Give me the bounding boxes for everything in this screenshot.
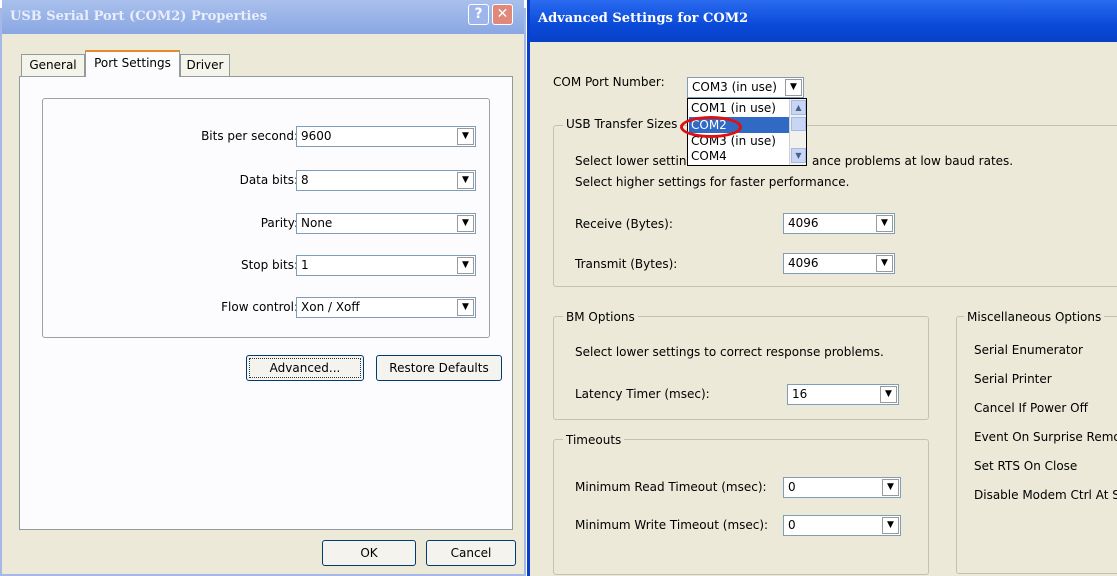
timeouts-group	[553, 439, 929, 575]
parity-select[interactable]: None ▼	[296, 213, 476, 234]
chevron-down-icon[interactable]: ▼	[882, 479, 899, 496]
chevron-down-icon[interactable]: ▼	[457, 299, 474, 316]
latency-timer-value: 16	[792, 387, 808, 401]
dropdown-scrollbar[interactable]: ▲ ▼	[789, 99, 806, 165]
misc-options-legend: Miscellaneous Options	[964, 310, 1105, 324]
bm-options-desc: Select lower settings to correct respons…	[575, 345, 884, 359]
min-write-timeout-select[interactable]: 0 ▼	[783, 515, 901, 536]
chevron-down-icon[interactable]: ▼	[882, 517, 899, 534]
min-read-timeout-label: Minimum Read Timeout (msec):	[575, 480, 767, 494]
misc-disable-modem-ctrl: Disable Modem Ctrl At S	[974, 488, 1117, 502]
tab-general[interactable]: General	[21, 54, 85, 76]
chevron-down-icon[interactable]: ▼	[880, 386, 897, 403]
misc-serial-enumerator: Serial Enumerator	[974, 343, 1083, 357]
chevron-down-icon[interactable]: ▼	[791, 148, 806, 163]
flow-control-select[interactable]: Xon / Xoff ▼	[296, 297, 476, 318]
advanced-settings-dialog: Advanced Settings for COM2 COM Port Numb…	[527, 0, 1117, 576]
com-port-option-com1[interactable]: COM1 (in use)	[689, 100, 789, 116]
tab-general-label: General	[29, 58, 77, 72]
properties-title-bar[interactable]: USB Serial Port (COM2) Properties	[2, 0, 524, 34]
help-icon: ?	[474, 6, 483, 22]
misc-set-rts-on-close: Set RTS On Close	[974, 459, 1078, 473]
min-read-timeout-value: 0	[788, 480, 796, 494]
window-title: USB Serial Port (COM2) Properties	[10, 9, 268, 24]
receive-bytes-value: 4096	[788, 216, 819, 230]
latency-timer-select[interactable]: 16 ▼	[787, 384, 899, 405]
usb-transfer-legend: USB Transfer Sizes	[563, 117, 681, 131]
parity-value: None	[301, 216, 333, 230]
transmit-bytes-label: Transmit (Bytes):	[575, 257, 678, 271]
close-icon: ✕	[496, 6, 509, 22]
advanced-button[interactable]: Advanced...	[246, 355, 364, 381]
com-port-option-label: COM4	[691, 149, 727, 163]
flow-control-label: Flow control:	[221, 300, 298, 314]
chevron-down-icon[interactable]: ▼	[457, 215, 474, 232]
bits-per-second-select[interactable]: 9600 ▼	[296, 126, 476, 147]
misc-cancel-if-power-off: Cancel If Power Off	[974, 401, 1088, 415]
timeouts-legend: Timeouts	[563, 433, 625, 447]
min-read-timeout-select[interactable]: 0 ▼	[783, 477, 901, 498]
flow-control-value: Xon / Xoff	[301, 300, 360, 314]
tab-driver[interactable]: Driver	[180, 54, 230, 76]
advanced-title-bar[interactable]: Advanced Settings for COM2	[530, 0, 1117, 42]
port-settings-page: Bits per second: 9600 ▼ Data bits: 8 ▼ P…	[19, 76, 513, 530]
com-port-label: COM Port Number:	[553, 75, 665, 89]
usb-transfer-desc-1a: Select lower settin	[575, 154, 687, 168]
bm-options-legend: BM Options	[563, 310, 638, 324]
help-button[interactable]: ?	[468, 4, 489, 25]
stop-bits-value: 1	[301, 258, 309, 272]
scrollbar-thumb[interactable]	[791, 117, 806, 131]
min-write-timeout-value: 0	[788, 518, 796, 532]
parity-label: Parity:	[260, 216, 298, 230]
tab-port-settings-label: Port Settings	[94, 56, 171, 70]
bits-per-second-label: Bits per second:	[201, 129, 298, 143]
misc-event-on-surprise-removal: Event On Surprise Remo	[974, 430, 1117, 444]
misc-serial-printer: Serial Printer	[974, 372, 1052, 386]
stop-bits-label: Stop bits:	[240, 258, 298, 272]
chevron-up-icon[interactable]: ▲	[791, 100, 806, 115]
chevron-down-icon[interactable]: ▼	[457, 128, 474, 145]
com-port-value: COM3 (in use)	[692, 80, 777, 94]
transmit-bytes-select[interactable]: 4096 ▼	[783, 253, 895, 274]
data-bits-label: Data bits:	[239, 173, 298, 187]
chevron-down-icon[interactable]: ▼	[876, 255, 893, 272]
com-port-select[interactable]: COM3 (in use) ▼	[687, 77, 804, 98]
bits-per-second-value: 9600	[301, 129, 332, 143]
properties-dialog: USB Serial Port (COM2) Properties ? ✕ Ge…	[0, 0, 526, 576]
tab-port-settings[interactable]: Port Settings	[85, 50, 180, 77]
chevron-down-icon[interactable]: ▼	[785, 79, 802, 96]
chevron-down-icon[interactable]: ▼	[457, 257, 474, 274]
usb-transfer-desc-2: Select higher settings for faster perfor…	[575, 175, 850, 189]
data-bits-value: 8	[301, 173, 309, 187]
cancel-button-label: Cancel	[450, 546, 492, 560]
latency-timer-label: Latency Timer (msec):	[575, 387, 710, 401]
com2-highlight-circle	[680, 116, 742, 138]
close-button[interactable]: ✕	[492, 4, 513, 25]
cancel-button[interactable]: Cancel	[426, 540, 516, 566]
usb-transfer-desc-1b: ance problems at low baud rates.	[812, 154, 1014, 168]
restore-defaults-label: Restore Defaults	[389, 361, 489, 375]
com-port-option-com4[interactable]: COM4	[689, 148, 789, 164]
receive-bytes-select[interactable]: 4096 ▼	[783, 213, 895, 234]
chevron-down-icon[interactable]: ▼	[457, 172, 474, 189]
tab-driver-label: Driver	[186, 58, 224, 72]
ok-button-label: OK	[360, 546, 378, 560]
com-port-option-label: COM1 (in use)	[691, 101, 776, 115]
chevron-down-icon[interactable]: ▼	[876, 215, 893, 232]
ok-button[interactable]: OK	[322, 540, 416, 566]
restore-defaults-button[interactable]: Restore Defaults	[376, 355, 502, 381]
stop-bits-select[interactable]: 1 ▼	[296, 255, 476, 276]
receive-bytes-label: Receive (Bytes):	[575, 217, 673, 231]
window-title: Advanced Settings for COM2	[538, 11, 749, 26]
advanced-button-label: Advanced...	[269, 361, 341, 375]
data-bits-select[interactable]: 8 ▼	[296, 170, 476, 191]
min-write-timeout-label: Minimum Write Timeout (msec):	[575, 518, 769, 532]
transmit-bytes-value: 4096	[788, 256, 819, 270]
